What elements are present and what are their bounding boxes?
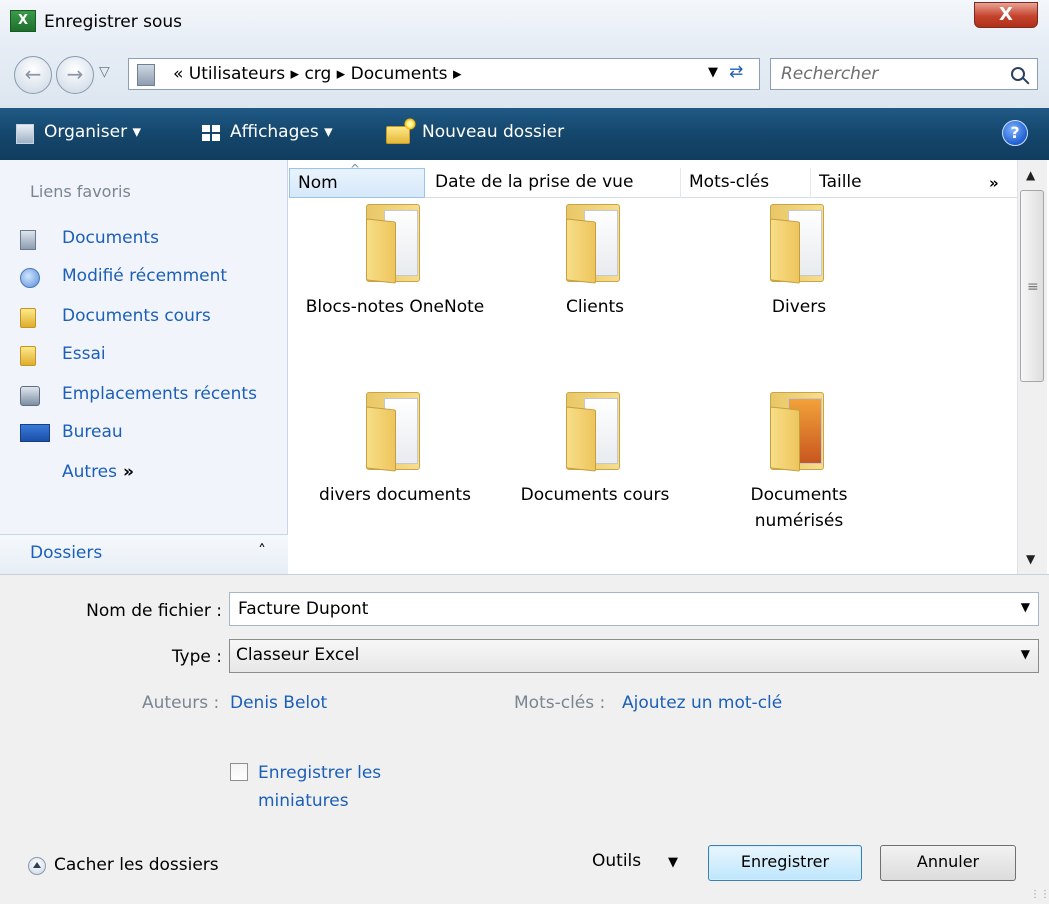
- filename-input[interactable]: [236, 597, 996, 621]
- double-chevron-icon: »: [123, 462, 134, 482]
- scroll-down-icon[interactable]: ▼: [1026, 552, 1035, 566]
- sidebar-item-label: Emplacements récents: [62, 384, 257, 404]
- refresh-icon[interactable]: ⇄: [729, 62, 743, 82]
- file-list: Nom Date de la prise de vue Mots-clés Ta…: [289, 155, 1049, 574]
- column-name[interactable]: Nom: [289, 155, 425, 198]
- tags-label: Mots-clés :: [514, 693, 606, 713]
- navigation-pane: Liens favoris Documents Modifié récemmen…: [0, 160, 288, 574]
- views-icon: [202, 125, 220, 141]
- window-title: Enregistrer sous: [44, 12, 182, 32]
- column-tags[interactable]: Mots-clés: [681, 168, 811, 198]
- favorites-heading: Liens favoris: [30, 182, 131, 201]
- back-button[interactable]: ←: [14, 56, 52, 94]
- vertical-scrollbar[interactable]: ▲ ≡ ▼: [1017, 160, 1047, 574]
- history-dropdown-icon[interactable]: ▽: [99, 64, 110, 80]
- save-options: Nom de fichier : ▼ Type : Classeur Excel…: [0, 574, 1049, 904]
- chevron-down-icon[interactable]: ▼: [668, 855, 678, 870]
- excel-app-icon: X: [10, 10, 36, 32]
- more-columns-icon[interactable]: »: [989, 174, 999, 192]
- more-links-label: Autres: [62, 462, 118, 482]
- folder-icon: [20, 308, 36, 328]
- authors-label: Auteurs :: [142, 693, 220, 713]
- folder-item[interactable]: Blocs-notes OneNote: [295, 202, 495, 320]
- column-date-taken[interactable]: Date de la prise de vue: [427, 168, 681, 198]
- organise-icon: [16, 124, 34, 144]
- search-input[interactable]: [779, 62, 999, 86]
- save-as-dialog: X Enregistrer sous X ← → ▽ « Utilisateur…: [0, 0, 1049, 904]
- column-header: Nom Date de la prise de vue Mots-clés Ta…: [289, 155, 1017, 198]
- type-label: Type :: [171, 647, 222, 667]
- search-icon[interactable]: [1011, 67, 1025, 81]
- pictures-folder-icon: [766, 390, 832, 472]
- tags-input[interactable]: Ajoutez un mot-clé: [622, 693, 782, 713]
- search-box[interactable]: [770, 58, 1038, 90]
- title-bar: X Enregistrer sous X: [0, 0, 1049, 46]
- folder-label: Documents cours: [520, 485, 670, 505]
- new-folder-button[interactable]: Nouveau dossier: [422, 122, 564, 142]
- folder-label: Divers: [771, 297, 827, 317]
- close-button[interactable]: X: [974, 2, 1038, 28]
- address-path[interactable]: « Utilisateurs ▸ crg ▸ Documents ▸: [173, 64, 461, 84]
- recent-icon: [20, 268, 40, 288]
- cancel-button[interactable]: Annuler: [880, 845, 1016, 881]
- save-button[interactable]: Enregistrer: [708, 845, 862, 881]
- folder-item[interactable]: Clients: [495, 202, 695, 320]
- folder-label: Documents numérisés: [750, 485, 848, 531]
- folder-icon: [362, 202, 428, 284]
- folder-label: divers documents: [319, 485, 471, 505]
- collapse-icon: [28, 857, 46, 875]
- folder-item[interactable]: Divers: [699, 202, 899, 320]
- folder-icon: [362, 390, 428, 472]
- sidebar-item-label: Essai: [62, 344, 106, 364]
- sidebar-item-label: Documents cours: [62, 306, 211, 326]
- folder-icon: [766, 202, 832, 284]
- chevron-up-icon: ˄: [258, 541, 266, 560]
- address-bar[interactable]: « Utilisateurs ▸ crg ▸ Documents ▸ ▼ ⇄: [128, 58, 760, 90]
- type-value: Classeur Excel: [236, 645, 360, 665]
- save-thumbnails-checkbox[interactable]: [230, 763, 248, 781]
- sidebar-item-label: Bureau: [62, 422, 123, 442]
- more-links[interactable]: Autres»: [62, 462, 134, 482]
- forward-button[interactable]: →: [56, 56, 94, 94]
- location-icon: [137, 64, 155, 86]
- filename-label: Nom de fichier :: [86, 601, 222, 621]
- tools-button[interactable]: Outils: [592, 851, 641, 871]
- chevron-down-icon[interactable]: ▼: [1021, 647, 1030, 661]
- save-thumbnails-label[interactable]: Enregistrer les miniatures: [258, 759, 458, 815]
- new-folder-icon: [386, 118, 416, 144]
- scroll-thumb[interactable]: ≡: [1020, 190, 1044, 382]
- folder-icon: [562, 390, 628, 472]
- command-toolbar: Organiser ▾ Affichages ▾ Nouveau dossier…: [0, 108, 1049, 160]
- hide-folders-label: Cacher les dossiers: [54, 855, 219, 875]
- organise-button[interactable]: Organiser ▾: [44, 122, 141, 142]
- column-size[interactable]: Taille: [811, 168, 971, 198]
- filename-combo[interactable]: ▼: [229, 592, 1039, 626]
- help-icon[interactable]: ?: [1002, 120, 1028, 146]
- sidebar-item-label: Documents: [62, 228, 159, 248]
- documents-icon: [20, 230, 36, 250]
- grip-icon: ≡: [1027, 279, 1039, 295]
- address-dropdown-icon[interactable]: ▼: [708, 65, 718, 80]
- type-select[interactable]: Classeur Excel ▼: [229, 639, 1039, 673]
- views-button[interactable]: Affichages ▾: [230, 122, 333, 142]
- folder-item[interactable]: Documents cours: [495, 390, 695, 508]
- chevron-down-icon[interactable]: ▼: [1021, 600, 1030, 614]
- folder-icon: [562, 202, 628, 284]
- folders-toggle[interactable]: Dossiers ˄: [0, 534, 288, 574]
- authors-value[interactable]: Denis Belot: [230, 693, 327, 713]
- folders-label: Dossiers: [30, 543, 103, 563]
- recent-places-icon: [20, 386, 40, 406]
- sidebar-item-label: Modifié récemment: [62, 266, 228, 286]
- resize-grip-icon[interactable]: ⋮⋮: [1030, 889, 1049, 900]
- address-row: ← → ▽ « Utilisateurs ▸ crg ▸ Documents ▸…: [0, 46, 1049, 108]
- folder-item[interactable]: divers documents: [295, 390, 495, 508]
- folder-label: Clients: [565, 297, 625, 317]
- desktop-icon: [20, 424, 50, 442]
- folder-label: Blocs-notes OneNote: [305, 297, 485, 317]
- folder-item[interactable]: Documents numérisés: [699, 390, 899, 534]
- scroll-up-icon[interactable]: ▲: [1026, 168, 1035, 182]
- folder-icon: [20, 346, 36, 366]
